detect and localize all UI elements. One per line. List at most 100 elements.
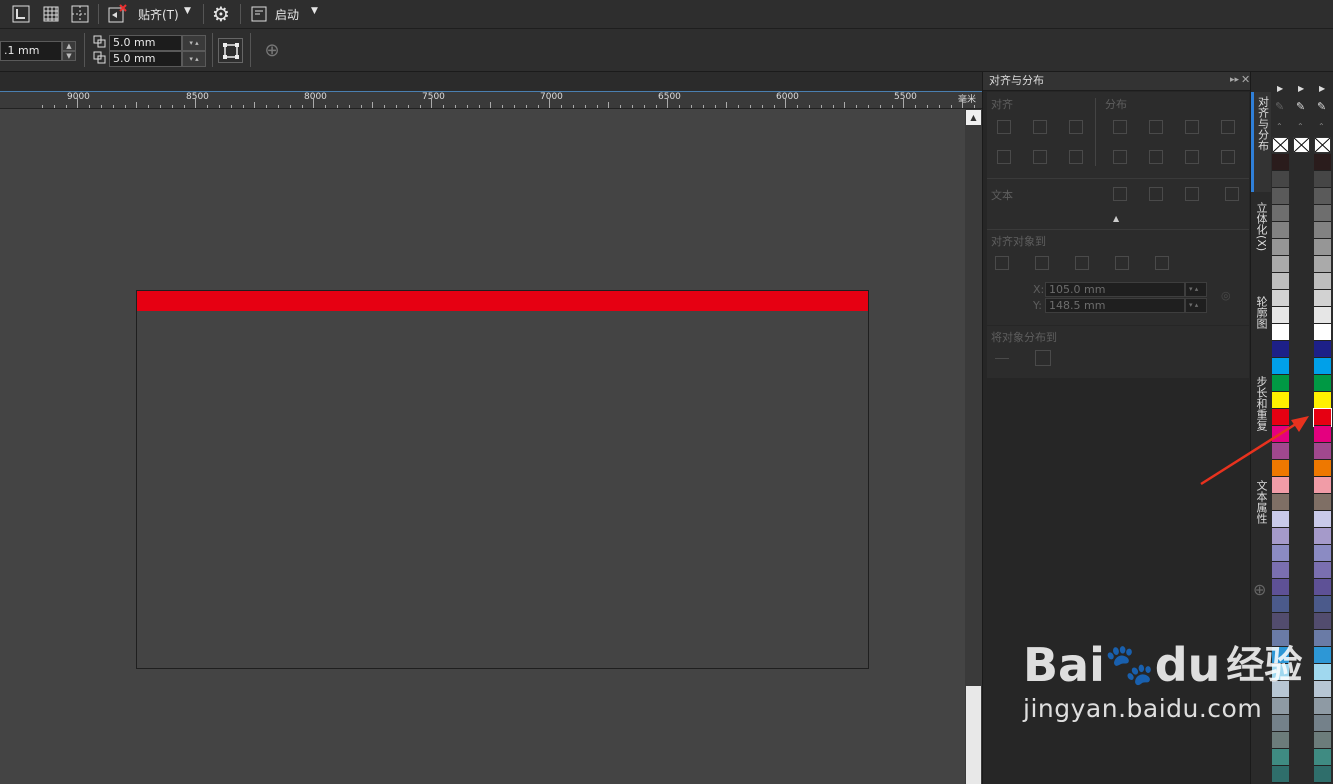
distribute-spacing-v-icon[interactable] — [1221, 150, 1235, 164]
y-position-input[interactable]: 148.5 mm — [1045, 298, 1185, 313]
page-frame[interactable] — [136, 290, 869, 669]
color-swatch[interactable] — [1314, 766, 1331, 783]
vertical-scrollbar[interactable]: ▲ — [965, 109, 982, 784]
no-color-swatch[interactable] — [1272, 137, 1289, 153]
color-swatch[interactable] — [1314, 324, 1331, 341]
align-to-page-edge-icon[interactable] — [1035, 256, 1049, 270]
color-swatch[interactable] — [1314, 749, 1331, 766]
x-spin[interactable]: ▾ ▴ — [1185, 282, 1207, 297]
add-tab-icon[interactable]: ⊕ — [1253, 580, 1266, 599]
align-to-page-center-icon[interactable] — [1075, 256, 1089, 270]
tab-contour[interactable]: 轮廓图 — [1251, 292, 1271, 382]
color-swatch[interactable] — [1314, 273, 1331, 290]
snap-off-icon[interactable] — [106, 3, 128, 25]
color-swatch[interactable] — [1314, 341, 1331, 358]
align-center-v-icon[interactable] — [1033, 150, 1047, 164]
color-swatch[interactable] — [1272, 256, 1289, 273]
color-swatch[interactable] — [1272, 188, 1289, 205]
distribute-center-v-icon[interactable] — [1149, 150, 1163, 164]
color-swatch[interactable] — [1272, 494, 1289, 511]
text-bounding-box-icon[interactable] — [1185, 187, 1199, 201]
scroll-thumb[interactable] — [966, 686, 981, 784]
color-swatch[interactable] — [1314, 375, 1331, 392]
color-swatch[interactable] — [1272, 324, 1289, 341]
color-swatch[interactable] — [1272, 290, 1289, 307]
color-swatch[interactable] — [1314, 460, 1331, 477]
color-swatch[interactable] — [1313, 408, 1332, 427]
color-swatch[interactable] — [1314, 443, 1331, 460]
color-swatch[interactable] — [1314, 171, 1331, 188]
align-to-point-icon[interactable] — [1155, 256, 1169, 270]
launch-icon[interactable] — [248, 3, 270, 25]
text-align-first-line-icon[interactable] — [1113, 187, 1127, 201]
color-swatch[interactable] — [1272, 579, 1289, 596]
eyedropper-icon[interactable]: ✎ — [1296, 100, 1305, 113]
palette-menu-arrow[interactable]: ▶ — [1277, 84, 1283, 93]
palette-scroll-up[interactable]: ⌃ — [1318, 122, 1325, 131]
page-frame-icon[interactable] — [218, 38, 243, 63]
tab-extrude[interactable]: 立体化(X) — [1251, 198, 1271, 288]
align-top-icon[interactable] — [997, 150, 1011, 164]
color-swatch[interactable] — [1314, 562, 1331, 579]
align-to-active-icon[interactable] — [995, 256, 1009, 270]
color-swatch[interactable] — [1272, 154, 1289, 171]
tab-text-properties[interactable]: 文本属性 — [1251, 476, 1271, 576]
distribute-right-icon[interactable] — [1185, 120, 1199, 134]
color-swatch[interactable] — [1272, 545, 1289, 562]
expand-docker-icon[interactable]: ▸▸ — [1230, 75, 1239, 85]
color-swatch[interactable] — [1314, 698, 1331, 715]
collapse-up-arrow[interactable]: ▲ — [1113, 214, 1119, 223]
color-swatch[interactable] — [1272, 613, 1289, 630]
duplicate-y-input[interactable]: 5.0 mm — [109, 51, 182, 67]
no-color-swatch[interactable] — [1314, 137, 1331, 153]
distribute-to-page-icon[interactable] — [1035, 350, 1051, 366]
no-color-swatch[interactable] — [1293, 137, 1310, 153]
distribute-left-icon[interactable] — [1113, 120, 1127, 134]
color-swatch[interactable] — [1314, 511, 1331, 528]
color-swatch[interactable] — [1314, 630, 1331, 647]
color-swatch[interactable] — [1314, 715, 1331, 732]
distribute-center-h-icon[interactable] — [1149, 120, 1163, 134]
palette-scroll-up[interactable]: ⌃ — [1276, 122, 1283, 131]
add-plus-icon[interactable]: ⊕ — [262, 40, 282, 61]
color-swatch[interactable] — [1314, 392, 1331, 409]
distribute-spacing-h-icon[interactable] — [1221, 120, 1235, 134]
color-swatch[interactable] — [1314, 239, 1331, 256]
color-swatch[interactable] — [1272, 222, 1289, 239]
color-swatch[interactable] — [1272, 749, 1289, 766]
chevron-down-icon[interactable]: ▼ — [311, 6, 318, 16]
eyedropper-icon[interactable]: ✎ — [1275, 100, 1284, 113]
snap-to-button[interactable]: 贴齐(T) — [138, 6, 179, 23]
launch-button[interactable]: 启动 — [275, 6, 299, 23]
x-position-input[interactable]: 105.0 mm — [1045, 282, 1185, 297]
color-swatch[interactable] — [1272, 528, 1289, 545]
color-swatch[interactable] — [1314, 154, 1331, 171]
guidelines-icon[interactable] — [69, 3, 91, 25]
color-swatch[interactable] — [1314, 647, 1331, 664]
distribute-bottom-icon[interactable] — [1185, 150, 1199, 164]
color-swatch[interactable] — [1272, 273, 1289, 290]
dup-x-spin[interactable]: ▾ ▴ — [182, 35, 206, 51]
color-swatch[interactable] — [1314, 205, 1331, 222]
color-swatch[interactable] — [1314, 477, 1331, 494]
target-icon[interactable]: ◎ — [1221, 289, 1231, 302]
text-outline-icon[interactable] — [1225, 187, 1239, 201]
palette-scroll-up[interactable]: ⌃ — [1297, 122, 1304, 131]
text-align-last-line-icon[interactable] — [1149, 187, 1163, 201]
align-left-icon[interactable] — [997, 120, 1011, 134]
duplicate-x-input[interactable]: 5.0 mm — [109, 35, 182, 51]
color-swatch[interactable] — [1272, 205, 1289, 222]
color-swatch[interactable] — [1314, 579, 1331, 596]
color-swatch[interactable] — [1272, 732, 1289, 749]
color-swatch[interactable] — [1272, 239, 1289, 256]
color-swatch[interactable] — [1272, 375, 1289, 392]
color-swatch[interactable] — [1272, 766, 1289, 783]
page-layout-icon[interactable] — [10, 3, 32, 25]
align-right-icon[interactable] — [1069, 120, 1083, 134]
color-swatch[interactable] — [1314, 188, 1331, 205]
nudge-spin-down[interactable]: ▼ — [62, 51, 76, 61]
align-center-h-icon[interactable] — [1033, 120, 1047, 134]
color-swatch[interactable] — [1314, 596, 1331, 613]
color-swatch[interactable] — [1314, 664, 1331, 681]
color-swatch[interactable] — [1314, 290, 1331, 307]
